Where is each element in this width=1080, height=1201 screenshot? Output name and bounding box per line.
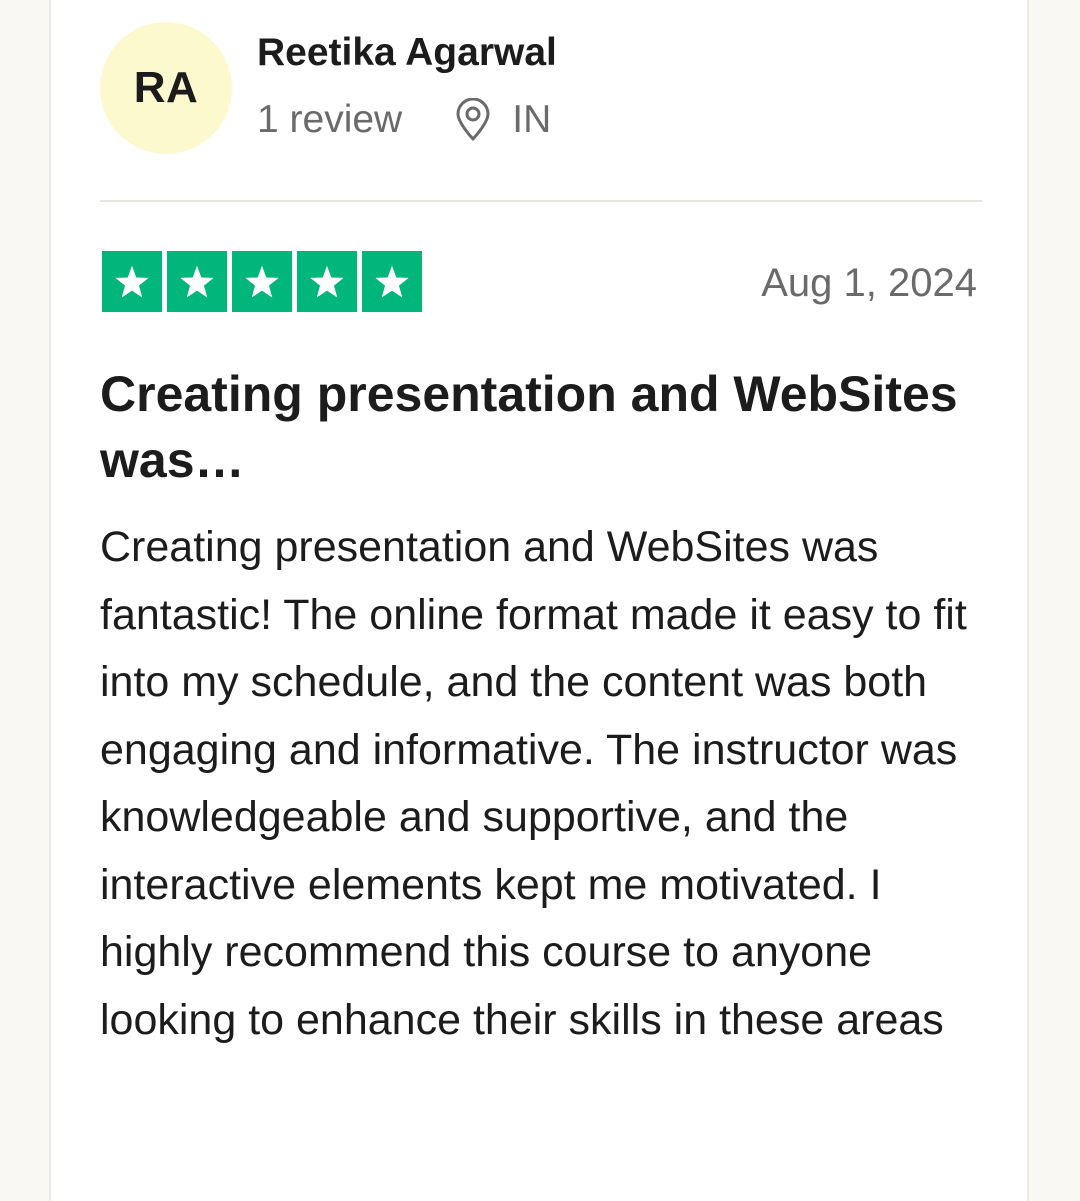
- star-icon: [115, 265, 149, 298]
- star-2: [167, 251, 227, 312]
- review-body: Creating presentation and WebSites was f…: [100, 523, 967, 1044]
- reviewer-location: IN: [454, 98, 551, 142]
- avatar-initials: RA: [133, 63, 199, 112]
- star-icon: [245, 265, 279, 298]
- star-5: [362, 251, 422, 312]
- avatar[interactable]: RA: [100, 22, 232, 154]
- star-4: [297, 251, 357, 312]
- star-icon: [375, 265, 409, 298]
- review-card: RA Reetika Agarwal 1 review IN Aug 1, 20…: [49, 0, 1029, 1201]
- divider: [100, 200, 982, 202]
- star-1: [102, 251, 162, 312]
- reviewer-name[interactable]: Reetika Agarwal: [257, 30, 557, 76]
- review-count: 1 review: [257, 98, 403, 141]
- map-pin-icon: [456, 98, 490, 141]
- reviewer-meta: 1 review IN: [257, 94, 551, 146]
- country-code: IN: [512, 98, 552, 141]
- star-icon: [180, 265, 214, 298]
- star-rating: [102, 251, 422, 312]
- review-title[interactable]: Creating presentation and WebSites was…: [100, 361, 960, 493]
- star-3: [232, 251, 292, 312]
- review-date: Aug 1, 2024: [761, 261, 977, 305]
- star-icon: [310, 265, 344, 298]
